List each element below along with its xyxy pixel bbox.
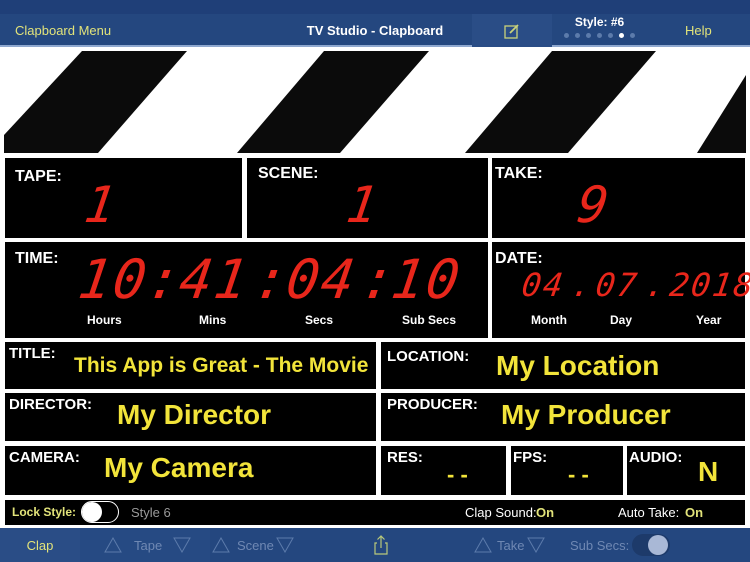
time-secs: 04: [282, 248, 361, 311]
producer-label: PRODUCER:: [387, 396, 478, 413]
location-label: LOCATION:: [387, 348, 470, 365]
page-dot[interactable]: [630, 33, 635, 38]
take-up-icon[interactable]: [474, 537, 492, 553]
clapper-stripes: [4, 49, 748, 153]
edit-button[interactable]: [472, 14, 552, 47]
toggle-knob: [648, 535, 668, 555]
producer-value: My Producer: [501, 399, 671, 430]
title-value: This App is Great - The Movie: [74, 354, 369, 377]
mins-label: Mins: [199, 313, 227, 327]
style-label: Style: #6: [574, 15, 625, 29]
scene-down-icon[interactable]: [276, 537, 294, 553]
status-bar: [0, 0, 750, 14]
month-label: Month: [531, 313, 567, 327]
page-dot[interactable]: [586, 33, 591, 38]
edit-icon: [504, 23, 519, 39]
clapper-stick[interactable]: [0, 49, 750, 155]
fps-value: - -: [568, 462, 589, 487]
scene-cell[interactable]: SCENE: 1: [247, 158, 488, 238]
settings-bar: Lock Style: Style 6 Clap Sound: On Auto …: [5, 500, 745, 525]
time-mins: 41: [175, 248, 254, 311]
secs-label: Secs: [305, 313, 334, 327]
take-label: Take: [497, 538, 525, 553]
director-cell[interactable]: DIRECTOR: My Director: [5, 393, 376, 441]
clapboard-menu-button[interactable]: Clapboard Menu: [15, 23, 111, 38]
auto-take-label: Auto Take:: [618, 505, 680, 520]
director-label: DIRECTOR:: [9, 396, 93, 413]
auto-take-value[interactable]: On: [685, 505, 703, 520]
hours-label: Hours: [87, 313, 122, 327]
style-page-dots[interactable]: [552, 33, 647, 38]
date-month: 04: [519, 266, 568, 304]
page-dot[interactable]: [575, 33, 580, 38]
title-label: TITLE:: [9, 345, 56, 362]
date-day: 07: [593, 266, 642, 304]
share-icon[interactable]: [373, 535, 389, 555]
res-cell[interactable]: RES: - -: [381, 446, 506, 495]
nav-bar: Clapboard Menu TV Studio - Clapboard Sty…: [0, 14, 750, 47]
camera-label: CAMERA:: [9, 449, 80, 466]
subsecs-label: Sub Secs:: [570, 538, 630, 553]
res-value: - -: [447, 462, 468, 487]
location-cell[interactable]: LOCATION: My Location: [381, 342, 745, 389]
tape-value: 1: [80, 176, 122, 234]
year-label: Year: [696, 313, 722, 327]
take-cell[interactable]: TAKE: 9: [492, 158, 745, 238]
clapboard-slate: TAPE: 1 SCENE: 1 TAKE: 9 TIME: 10 : 41 :…: [0, 155, 750, 528]
clap-button[interactable]: Clap: [0, 528, 80, 562]
scene-label: SCENE:: [258, 165, 319, 182]
date-separator: .: [569, 266, 596, 304]
location-value: My Location: [496, 350, 660, 381]
scene-label: Scene: [237, 538, 274, 553]
take-value: 9: [573, 176, 615, 234]
clap-sound-value[interactable]: On: [536, 505, 554, 520]
lock-style-toggle[interactable]: [81, 501, 119, 523]
tape-label: TAPE:: [15, 168, 62, 185]
director-value: My Director: [117, 399, 272, 430]
time-hours: 10: [74, 248, 153, 311]
tape-up-icon[interactable]: [104, 537, 122, 553]
style-selector[interactable]: Style: #6: [552, 14, 647, 47]
subsecs-label: Sub Secs: [402, 313, 457, 327]
date-separator: .: [643, 266, 670, 304]
audio-label: AUDIO:: [629, 449, 683, 466]
title-cell[interactable]: TITLE: This App is Great - The Movie: [5, 342, 376, 389]
tape-label: Tape: [134, 538, 163, 553]
fps-cell[interactable]: FPS: - -: [511, 446, 623, 495]
subsecs-toggle[interactable]: [632, 534, 670, 556]
audio-value: N: [698, 456, 719, 487]
date-year: 2018: [667, 266, 750, 304]
page-dot[interactable]: [564, 33, 569, 38]
tape-cell[interactable]: TAPE: 1: [5, 158, 242, 238]
date-cell[interactable]: DATE: 04 . 07 . 2018 Month Day Year: [492, 242, 750, 338]
res-label: RES:: [387, 449, 423, 466]
page-dot[interactable]: [608, 33, 613, 38]
scene-value: 1: [342, 176, 384, 234]
time-cell[interactable]: TIME: 10 : 41 : 04 : 10 Hours Mins Secs …: [5, 242, 488, 338]
lock-style-label: Lock Style:: [12, 505, 77, 519]
page-dot[interactable]: [619, 33, 624, 38]
day-label: Day: [610, 313, 633, 327]
fps-label: FPS:: [513, 449, 548, 466]
time-label: TIME:: [15, 250, 59, 267]
audio-cell[interactable]: AUDIO: N: [627, 446, 745, 495]
camera-value: My Camera: [104, 452, 254, 483]
take-label: TAKE:: [495, 165, 543, 182]
take-down-icon[interactable]: [527, 537, 545, 553]
page-dot[interactable]: [597, 33, 602, 38]
producer-cell[interactable]: PRODUCER: My Producer: [381, 393, 745, 441]
bottom-toolbar: Clap Tape Scene Take Sub Secs:: [0, 528, 750, 562]
time-subsecs: 10: [387, 248, 466, 311]
style-name: Style 6: [131, 505, 171, 520]
clap-sound-label: Clap Sound:: [465, 505, 537, 520]
tape-down-icon[interactable]: [173, 537, 191, 553]
toggle-knob: [82, 502, 102, 522]
help-button[interactable]: Help: [685, 23, 712, 38]
scene-up-icon[interactable]: [212, 537, 230, 553]
camera-cell[interactable]: CAMERA: My Camera: [5, 446, 376, 495]
